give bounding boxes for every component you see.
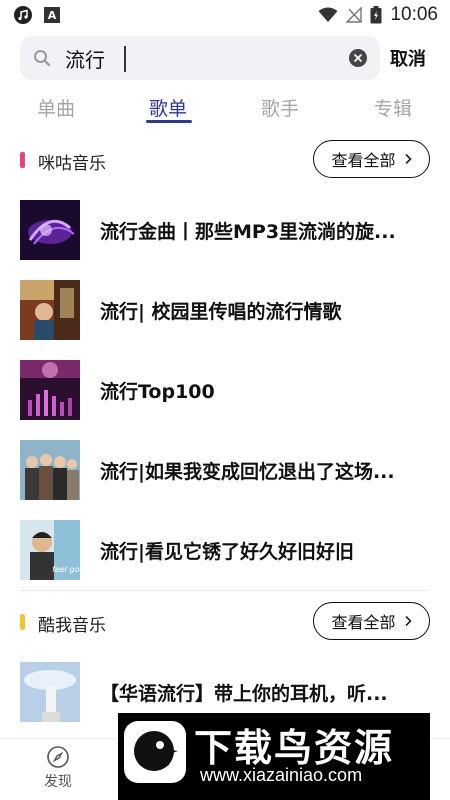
search-input[interactable] [65,43,335,73]
view-all-button[interactable]: 查看全部 [313,602,430,640]
section-title: 酷我音乐 [38,616,106,636]
chevron-right-icon [404,153,412,165]
playlist-cover [20,280,80,340]
section-header-kuwo: 酷我音乐 查看全部 [0,602,450,642]
clear-icon[interactable] [348,48,368,68]
playlist-title: 流行Top100 [100,381,215,403]
playlist-title: 流行|看见它锈了好久好旧好旧 [100,541,354,563]
playlist-item[interactable]: 流行Top100 [0,358,450,422]
search-icon [34,50,51,67]
wifi-icon [318,7,338,22]
a-notification-icon: A [44,7,60,23]
view-all-label: 查看全部 [331,151,396,170]
playlist-cover [20,662,80,722]
playlist-title: 流行金曲丨那些MP3里流淌的旋... [100,221,396,243]
chevron-right-icon [404,615,412,627]
view-all-label: 查看全部 [331,613,396,632]
svg-text:feel good: feel good [52,565,80,574]
nav-discover[interactable]: 发现 [38,745,78,791]
text-caret [124,46,126,72]
tab-playlists[interactable]: 歌单 [149,94,187,121]
cancel-button[interactable]: 取消 [390,45,426,71]
tab-artists[interactable]: 歌手 [261,94,299,121]
playlist-cover [20,200,80,260]
compass-icon [47,746,69,768]
playlist-item[interactable]: feel good 流行|看见它锈了好久好旧好旧 [0,518,450,582]
playlist-item[interactable]: 流行| 校园里传唱的流行情歌 [0,278,450,342]
result-type-tabs: 单曲 歌单 歌手 专辑 [0,90,450,126]
status-bar: A 10:06 [0,0,450,30]
playlist-cover [20,360,80,420]
search-bar: 取消 [0,36,450,80]
tab-albums[interactable]: 专辑 [374,94,412,121]
playlist-cover [20,440,80,500]
section-accent-bar [20,152,25,168]
watermark-banner: 下载鸟资源 www.xiazainiao.com [118,713,430,800]
nav-discover-label: 发现 [44,774,72,790]
search-field[interactable] [20,36,380,80]
view-all-button[interactable]: 查看全部 [313,140,430,178]
no-signal-icon [346,7,363,23]
section-divider [20,590,430,591]
section-header-migu: 咪咕音乐 查看全部 [0,140,450,180]
watermark-title: 下载鸟资源 [194,726,395,770]
playlist-title: 流行| 校园里传唱的流行情歌 [100,301,342,323]
music-app-icon [14,6,32,24]
watermark-url: www.xiazainiao.com [200,765,363,785]
playlist-cover: feel good [20,520,80,580]
section-accent-bar [20,614,25,630]
tab-songs[interactable]: 单曲 [37,94,75,121]
section-title: 咪咕音乐 [38,154,106,174]
playlist-title: 【华语流行】带上你的耳机，听... [100,683,388,705]
playlist-item[interactable]: 流行|如果我变成回忆退出了这场... [0,438,450,502]
battery-icon [370,6,382,24]
playlist-title: 流行|如果我变成回忆退出了这场... [100,461,395,483]
playlist-item[interactable]: 流行金曲丨那些MP3里流淌的旋... [0,198,450,262]
bird-logo-icon [124,721,186,783]
clock: 10:06 [390,4,438,25]
active-tab-indicator [146,120,192,123]
